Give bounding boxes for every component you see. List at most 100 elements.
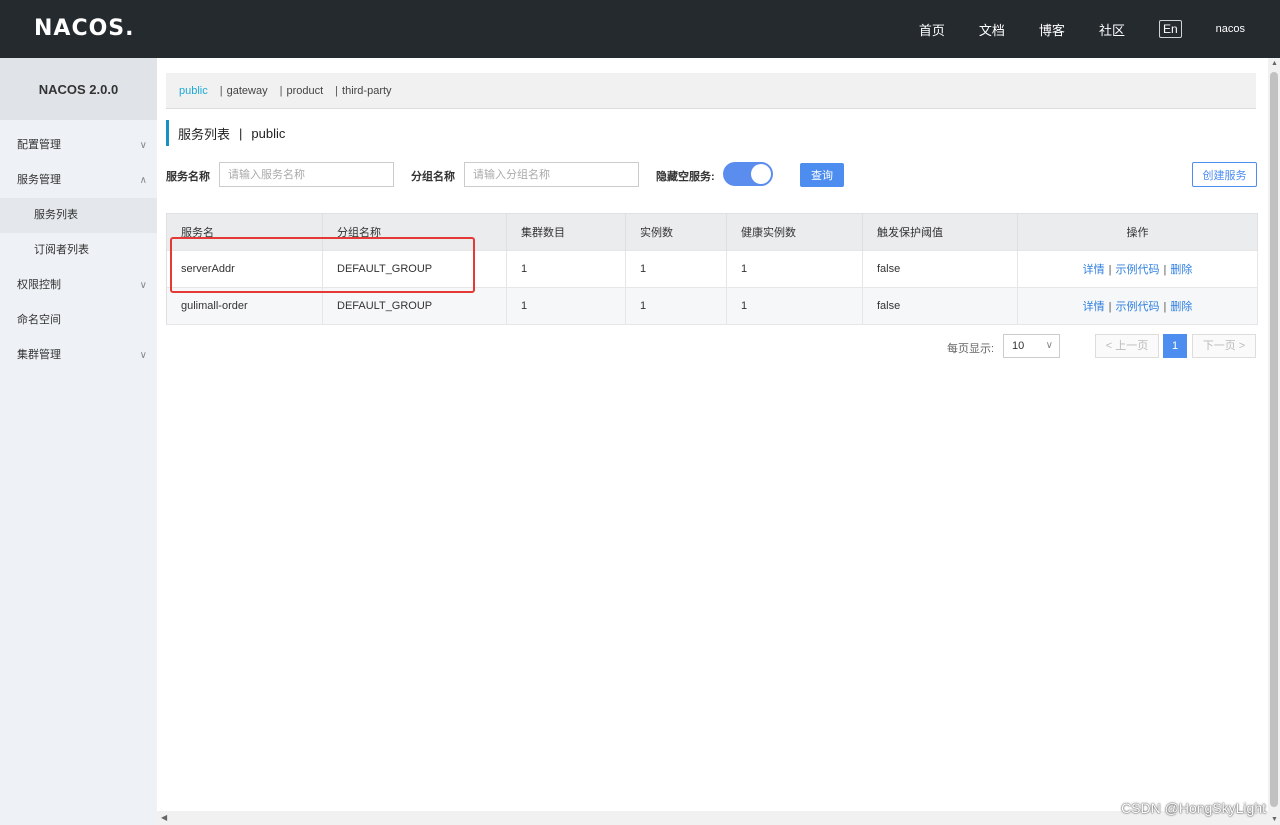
chevron-down-icon: ∨ (139, 350, 147, 361)
page-size-select[interactable]: 10 ∨ (1003, 334, 1060, 358)
page-title-namespace: public (251, 125, 286, 141)
sidebar-item-label: 权限控制 (17, 279, 61, 291)
table-row: gulimall-order DEFAULT_GROUP 1 1 1 false… (166, 287, 1258, 325)
table-header-row: 服务名 分组名称 集群数目 实例数 健康实例数 触发保护阈值 操作 (166, 213, 1258, 251)
page-title: 服务列表 | public (166, 120, 285, 146)
page-size-value: 10 (1012, 340, 1025, 352)
sidebar: NACOS 2.0.0 配置管理 ∨ 服务管理 ∧ 服务列表 订阅者列表 权限控… (0, 58, 157, 825)
cell-service-name: gulimall-order (166, 287, 323, 325)
main-content: public | gateway | product | third-party… (157, 58, 1268, 811)
detail-link[interactable]: 详情 (1083, 264, 1105, 276)
toggle-knob (751, 164, 771, 184)
scrollbar-thumb[interactable] (1270, 72, 1278, 807)
nacos-logo[interactable]: NACOS. (34, 16, 135, 41)
sidebar-item-auth[interactable]: 权限控制 ∨ (0, 268, 157, 303)
chevron-up-icon: ∧ (139, 175, 147, 186)
nav-home[interactable]: 首页 (919, 20, 945, 39)
scroll-up-icon[interactable]: ▲ (1271, 60, 1278, 67)
language-switch[interactable]: En (1158, 20, 1182, 38)
delete-link[interactable]: 删除 (1170, 301, 1192, 313)
service-name-input[interactable] (219, 162, 394, 187)
action-separator: | (1108, 301, 1112, 313)
col-service-name: 服务名 (166, 213, 323, 251)
sidebar-item-service-list[interactable]: 服务列表 (0, 198, 157, 233)
delete-link[interactable]: 删除 (1170, 264, 1192, 276)
query-button[interactable]: 查询 (800, 163, 844, 187)
cell-threshold: false (862, 250, 1018, 288)
action-separator: | (1163, 264, 1167, 276)
create-service-button[interactable]: 创建服务 (1192, 162, 1257, 187)
hide-empty-label: 隐藏空服务: (656, 171, 715, 183)
sidebar-item-cluster[interactable]: 集群管理 ∨ (0, 338, 157, 373)
sidebar-item-namespace[interactable]: 命名空间 (0, 303, 157, 338)
cell-cluster-count: 1 (506, 287, 626, 325)
scroll-down-icon[interactable]: ▼ (1271, 816, 1278, 823)
top-header: NACOS. 首页 文档 博客 社区 En nacos (0, 0, 1280, 58)
page-title-text: 服务列表 (178, 126, 231, 142)
detail-link[interactable]: 详情 (1083, 301, 1105, 313)
cell-instance-count: 1 (625, 287, 727, 325)
action-separator: | (1108, 264, 1112, 276)
sample-code-link[interactable]: 示例代码 (1116, 301, 1160, 313)
namespace-public[interactable]: public (179, 85, 208, 97)
col-healthy-count: 健康实例数 (726, 213, 863, 251)
sidebar-item-config[interactable]: 配置管理 ∨ (0, 128, 157, 163)
namespace-third-party[interactable]: third-party (342, 85, 392, 97)
sidebar-item-label: 服务列表 (34, 209, 78, 221)
sidebar-item-label: 命名空间 (17, 314, 61, 326)
cell-healthy-count: 1 (726, 287, 863, 325)
cell-cluster-count: 1 (506, 250, 626, 288)
nav-community[interactable]: 社区 (1099, 20, 1125, 39)
col-instance-count: 实例数 (625, 213, 727, 251)
col-cluster-count: 集群数目 (506, 213, 626, 251)
namespace-gateway[interactable]: gateway (227, 85, 268, 97)
nav-blog[interactable]: 博客 (1039, 20, 1065, 39)
table-row: serverAddr DEFAULT_GROUP 1 1 1 false 详情 |… (166, 250, 1258, 288)
sample-code-link[interactable]: 示例代码 (1116, 264, 1160, 276)
user-name[interactable]: nacos (1216, 23, 1245, 35)
sidebar-menu: 配置管理 ∨ 服务管理 ∧ 服务列表 订阅者列表 权限控制 ∨ 命名空间 集群管… (0, 120, 157, 373)
action-separator: | (1163, 301, 1167, 313)
chevron-down-icon: ∨ (1045, 340, 1053, 351)
col-group-name: 分组名称 (322, 213, 507, 251)
title-separator: | (239, 125, 243, 141)
sidebar-item-label: 订阅者列表 (34, 244, 89, 256)
page-1-button[interactable]: 1 (1163, 334, 1187, 358)
service-name-label: 服务名称 (166, 171, 210, 183)
scroll-left-icon[interactable]: ◀ (161, 813, 167, 822)
sidebar-item-service-mgmt[interactable]: 服务管理 ∧ (0, 163, 157, 198)
vertical-scrollbar[interactable]: ▲ ▼ (1268, 58, 1280, 825)
sidebar-item-subscribers[interactable]: 订阅者列表 (0, 233, 157, 268)
next-page-button[interactable]: 下一页 > (1192, 334, 1256, 358)
pagination: 每页显示: 10 ∨ < 上一页 1 下一页 > (157, 334, 1257, 358)
group-name-input[interactable] (464, 162, 639, 187)
chevron-down-icon: ∨ (139, 280, 147, 291)
version-label: NACOS 2.0.0 (0, 58, 157, 120)
sidebar-item-label: 集群管理 (17, 349, 61, 361)
col-threshold: 触发保护阈值 (862, 213, 1018, 251)
namespace-bar: public | gateway | product | third-party (166, 73, 1256, 109)
search-form: 服务名称 分组名称 隐藏空服务: 查询 创建服务 (166, 162, 1257, 188)
cell-instance-count: 1 (625, 250, 727, 288)
namespace-separator: | (279, 84, 283, 97)
sidebar-item-label: 服务管理 (17, 174, 61, 186)
namespace-separator: | (219, 84, 223, 97)
nav-docs[interactable]: 文档 (979, 20, 1005, 39)
namespace-separator: | (335, 84, 339, 97)
namespace-product[interactable]: product (286, 85, 323, 97)
sidebar-item-label: 配置管理 (17, 139, 61, 151)
service-table: 服务名 分组名称 集群数目 实例数 健康实例数 触发保护阈值 操作 server… (166, 213, 1258, 325)
cell-service-name: serverAddr (166, 250, 323, 288)
page-size-label: 每页显示: (947, 343, 995, 355)
cell-actions: 详情 | 示例代码 | 删除 (1017, 287, 1258, 325)
cell-group-name: DEFAULT_GROUP (322, 250, 507, 288)
top-nav: 首页 文档 博客 社区 En nacos (919, 0, 1280, 58)
hide-empty-toggle[interactable] (723, 162, 773, 186)
service-table-wrap: 服务名 分组名称 集群数目 实例数 健康实例数 触发保护阈值 操作 server… (166, 213, 1258, 325)
prev-page-button[interactable]: < 上一页 (1095, 334, 1159, 358)
cell-healthy-count: 1 (726, 250, 863, 288)
cell-actions: 详情 | 示例代码 | 删除 (1017, 250, 1258, 288)
group-name-label: 分组名称 (411, 171, 455, 183)
horizontal-scrollbar[interactable]: ◀ (157, 811, 1268, 825)
chevron-down-icon: ∨ (139, 140, 147, 151)
